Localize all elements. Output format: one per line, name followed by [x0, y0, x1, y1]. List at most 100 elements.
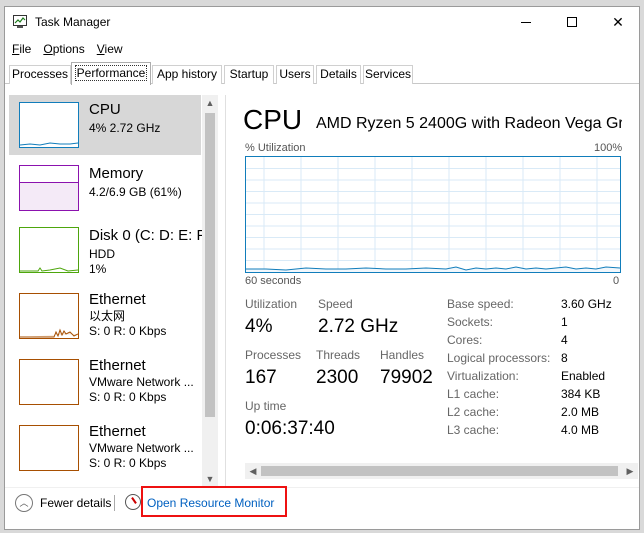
- disk-mini-graph-line: [20, 267, 78, 272]
- footer-divider: [5, 487, 639, 488]
- time-axis-zero: 0: [613, 275, 620, 287]
- menu-file[interactable]: File: [5, 41, 36, 59]
- sidebar-item-cpu[interactable]: CPU 4% 2.72 GHz: [9, 95, 201, 155]
- open-resource-monitor-link[interactable]: Open Resource Monitor: [147, 496, 274, 510]
- threads-label: Threads: [316, 348, 361, 362]
- resource-list: CPU 4% 2.72 GHz Memory 4.2/6.9 GB (61%) …: [9, 95, 218, 487]
- sidebar-item-detail: VMware Network ...: [89, 441, 194, 455]
- tab-startup[interactable]: Startup: [224, 65, 274, 84]
- tab-users-label: Users: [279, 67, 311, 81]
- tab-details-label: Details: [320, 67, 357, 81]
- menu-view-label: iew: [104, 42, 123, 56]
- page-title: CPU: [243, 104, 303, 135]
- sidebar-item-ethernet-2[interactable]: Ethernet VMware Network ... S: 0 R: 0 Kb…: [9, 355, 201, 415]
- sidebar-item-title: Ethernet: [89, 291, 146, 308]
- sidebar-item-detail: 以太网: [89, 309, 126, 323]
- handles-label: Handles: [380, 348, 425, 362]
- processes-label: Processes: [245, 348, 302, 362]
- tab-bar: Processes Performance App history Startu…: [5, 62, 639, 85]
- main-horizontal-scrollbar[interactable]: ◀ ▶: [245, 463, 638, 479]
- menu-options-label: ptions: [52, 42, 85, 56]
- scroll-down-arrow-icon[interactable]: ▼: [202, 471, 218, 487]
- ethernet-3-mini-graph: [19, 425, 79, 471]
- scroll-right-arrow-icon[interactable]: ▶: [622, 463, 638, 479]
- spec-label: Virtualization:: [447, 369, 519, 383]
- scroll-up-arrow-icon[interactable]: ▲: [202, 95, 218, 111]
- window-title: Task Manager: [35, 15, 111, 29]
- sidebar-item-detail: HDD: [89, 247, 115, 261]
- tab-performance-label: Performance: [74, 65, 148, 81]
- maximize-icon: [567, 17, 577, 27]
- scroll-left-arrow-icon[interactable]: ◀: [245, 463, 261, 479]
- sidebar-item-title: CPU: [89, 101, 121, 118]
- spec-label: Sockets:: [447, 315, 494, 329]
- tab-details[interactable]: Details: [316, 65, 361, 84]
- memory-mini-graph: [19, 165, 79, 211]
- cpu-mini-graph: [19, 102, 79, 148]
- chevron-up-icon[interactable]: ︿: [15, 494, 33, 512]
- panel-divider[interactable]: [225, 95, 226, 487]
- sidebar-scrollbar[interactable]: ▲ ▼: [202, 95, 218, 487]
- sidebar-item-memory[interactable]: Memory 4.2/6.9 GB (61%): [9, 161, 201, 221]
- task-manager-app-icon: [13, 15, 27, 28]
- menu-view[interactable]: View: [90, 41, 128, 59]
- uptime-value: 0:06:37:40: [245, 418, 335, 439]
- sidebar-item-disk[interactable]: Disk 0 (C: D: E: F HDD 1%: [9, 223, 206, 283]
- speed-value: 2.72 GHz: [318, 316, 399, 337]
- spec-value: 1: [561, 315, 568, 329]
- tab-users[interactable]: Users: [276, 65, 314, 84]
- ethernet-1-mini-graph: [19, 293, 79, 339]
- spec-value: 4: [561, 333, 568, 347]
- title-bar[interactable]: Task Manager ✕: [5, 7, 639, 37]
- sidebar-item-title: Ethernet: [89, 423, 146, 440]
- sidebar-item-detail: 4% 2.72 GHz: [89, 121, 161, 135]
- spec-value: 384 KB: [561, 387, 601, 401]
- main-scroll-thumb[interactable]: [261, 466, 618, 476]
- sidebar-item-ethernet-1[interactable]: Ethernet 以太网 S: 0 R: 0 Kbps: [9, 289, 201, 349]
- spec-value: 2.0 MB: [561, 405, 600, 419]
- utilization-label: Utilization: [245, 297, 298, 311]
- fewer-details-button[interactable]: Fewer details: [40, 496, 111, 510]
- menu-file-label: ile: [19, 42, 32, 56]
- sidebar-item-ethernet-3[interactable]: Ethernet VMware Network ... S: 0 R: 0 Kb…: [9, 421, 201, 481]
- spec-label: L2 cache:: [447, 405, 500, 419]
- close-button[interactable]: ✕: [595, 7, 641, 37]
- cpu-utilization-graph: [245, 156, 621, 273]
- tab-app-history[interactable]: App history: [152, 65, 222, 84]
- sidebar-item-detail: 4.2/6.9 GB (61%): [89, 185, 182, 199]
- spec-label: Cores:: [447, 333, 483, 347]
- sidebar-item-detail-2: S: 0 R: 0 Kbps: [89, 324, 167, 338]
- sidebar-item-detail-2: 1%: [89, 262, 107, 276]
- minimize-icon: [521, 21, 531, 23]
- spec-label: Base speed:: [447, 297, 514, 311]
- menu-options-accel: O: [43, 42, 53, 56]
- resource-monitor-icon[interactable]: [125, 494, 141, 510]
- ethernet-1-mini-graph-line: [20, 328, 78, 338]
- handles-value: 79902: [380, 367, 433, 388]
- maximize-button[interactable]: [549, 7, 595, 37]
- utilization-axis-label: % Utilization: [245, 142, 306, 154]
- spec-label: L3 cache:: [447, 423, 500, 437]
- menu-view-accel: V: [96, 42, 105, 56]
- sidebar-scroll-thumb[interactable]: [205, 113, 215, 417]
- tab-performance[interactable]: Performance: [71, 62, 151, 85]
- sidebar-item-detail-2: S: 0 R: 0 Kbps: [89, 390, 167, 404]
- tab-startup-label: Startup: [229, 67, 269, 81]
- cpu-graph-fill: [246, 267, 620, 272]
- spec-label: L1 cache:: [447, 387, 500, 401]
- cpu-model-name: AMD Ryzen 5 2400G with Radeon Vega Gr...: [316, 115, 622, 132]
- close-icon: ✕: [612, 13, 624, 30]
- sidebar-item-detail: VMware Network ...: [89, 375, 194, 389]
- disk-mini-graph: [19, 227, 79, 273]
- tab-processes[interactable]: Processes: [9, 65, 71, 84]
- cpu-mini-graph-line: [20, 142, 78, 146]
- task-manager-window: Task Manager ✕ File Options View Process…: [4, 6, 640, 530]
- minimize-button[interactable]: [503, 7, 549, 37]
- spec-value: 8: [561, 351, 568, 365]
- tab-services[interactable]: Services: [363, 65, 413, 84]
- processes-value: 167: [245, 367, 277, 388]
- menu-options[interactable]: Options: [36, 41, 89, 59]
- tab-processes-label: Processes: [11, 67, 69, 81]
- spec-label: Logical processors:: [447, 351, 551, 365]
- sidebar-item-title: Disk 0 (C: D: E: F: [89, 227, 206, 244]
